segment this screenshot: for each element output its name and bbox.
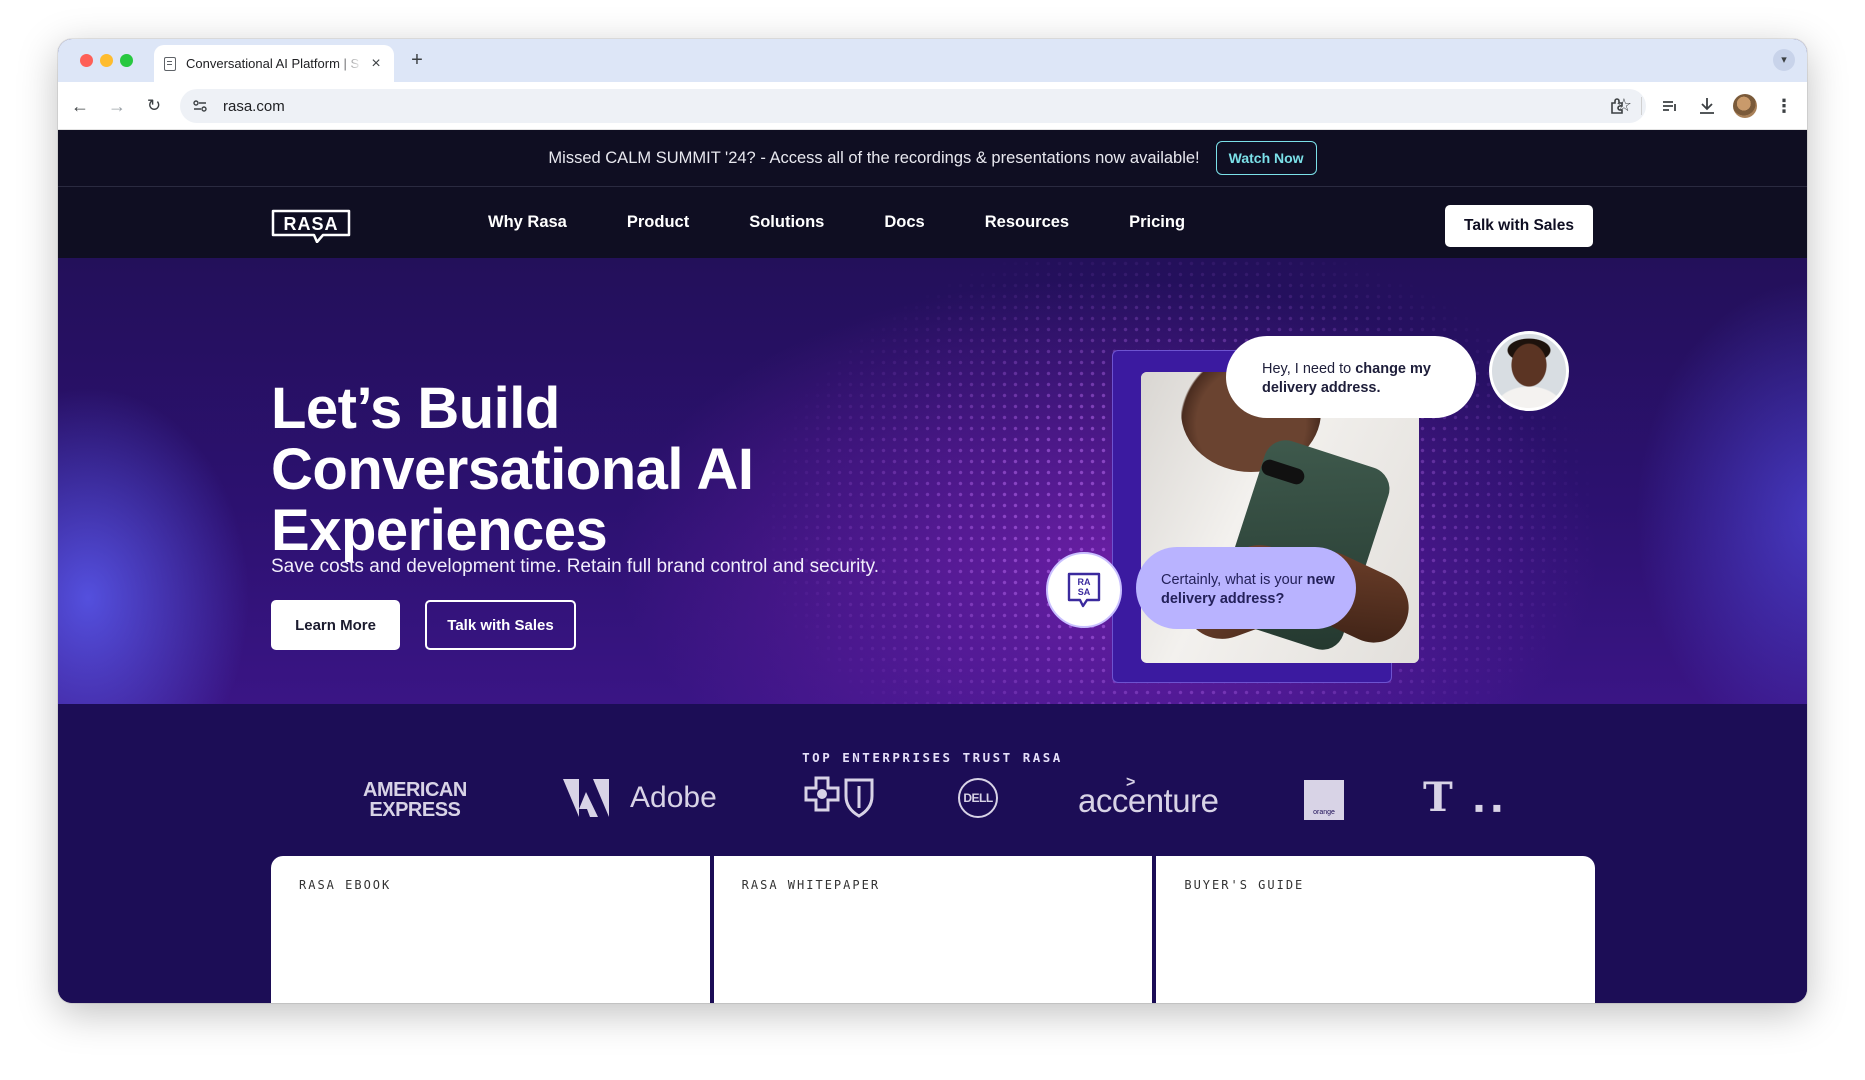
nav-product[interactable]: Product	[627, 213, 689, 232]
blue-cross-blue-shield-logo	[804, 776, 874, 818]
profile-avatar[interactable]	[1733, 94, 1757, 118]
amex-line: EXPRESS	[369, 799, 461, 821]
user-chat-bubble: Hey, I need to change my delivery addres…	[1226, 336, 1476, 418]
bot-chat-bubble: Certainly, what is your new delivery add…	[1136, 547, 1356, 629]
forward-arrow-icon[interactable]: →	[104, 93, 130, 119]
t-mobile-logo: T	[1423, 774, 1453, 821]
trusted-by-section: TOP ENTERPRISES TRUST RASA AMERICAN EXPR…	[58, 704, 1807, 1003]
hero-subtitle: Save costs and development time. Retain …	[271, 556, 879, 577]
resource-card-ebook[interactable]: RASA EBOOK	[271, 856, 710, 1003]
svg-text:SA: SA	[1078, 587, 1091, 597]
site-settings-icon[interactable]	[192, 98, 208, 114]
tab-search-chevron-icon[interactable]: ▾	[1773, 49, 1795, 71]
toolbar-divider	[1641, 97, 1642, 115]
rasa-bot-logo-icon: RA SA	[1067, 572, 1101, 608]
announcement-bar: Missed CALM SUMMIT '24? - Access all of …	[58, 130, 1807, 187]
orange-logo: orange	[1304, 780, 1344, 820]
hero-title-line: Let’s Build	[271, 376, 560, 441]
american-express-logo: AMERICAN EXPRESS	[363, 780, 467, 820]
page-favicon-icon	[164, 56, 176, 71]
back-arrow-icon[interactable]: ←	[67, 93, 93, 119]
site-header: RASA Why Rasa Product Solutions Docs Res…	[58, 187, 1807, 258]
dell-logo: DELL	[958, 778, 998, 818]
address-bar[interactable]: rasa.com ☆	[180, 89, 1646, 123]
new-tab-button[interactable]: +	[406, 49, 428, 71]
hero-title-line: Experiences	[271, 498, 608, 563]
hero-section: Let’s Build Conversational AI Experience…	[58, 258, 1807, 704]
nav-pricing[interactable]: Pricing	[1129, 213, 1185, 232]
minimize-window-button[interactable]	[100, 54, 113, 67]
accenture-logo: accenture	[1078, 782, 1219, 819]
amex-line: AMERICAN	[363, 779, 467, 801]
bot-message-text: Certainly, what is your	[1161, 572, 1307, 588]
adobe-logo-text: Adobe	[630, 781, 717, 814]
talk-with-sales-button[interactable]: Talk with Sales	[1445, 205, 1593, 247]
watch-now-button[interactable]: Watch Now	[1215, 141, 1317, 175]
nav-resources[interactable]: Resources	[985, 213, 1069, 232]
download-icon[interactable]	[1695, 94, 1719, 118]
reload-icon[interactable]: ↻	[141, 93, 167, 119]
browser-window: Conversational AI Platform | S × + ▾ ← →…	[58, 39, 1807, 1003]
learn-more-button[interactable]: Learn More	[271, 600, 400, 650]
main-navigation: Why Rasa Product Solutions Docs Resource…	[458, 187, 1215, 258]
hero-talk-with-sales-button[interactable]: Talk with Sales	[425, 600, 576, 650]
nav-docs[interactable]: Docs	[884, 213, 924, 232]
tab-bar: Conversational AI Platform | S × + ▾	[58, 39, 1807, 82]
nav-why-rasa[interactable]: Why Rasa	[488, 213, 567, 232]
close-window-button[interactable]	[80, 54, 93, 67]
resource-card-buyers-guide[interactable]: BUYER'S GUIDE	[1152, 856, 1596, 1003]
tab-close-icon[interactable]: ×	[368, 55, 384, 72]
maximize-window-button[interactable]	[120, 54, 133, 67]
resource-card-whitepaper[interactable]: RASA WHITEPAPER	[709, 856, 1153, 1003]
tab-title: Conversational AI Platform | S	[186, 56, 360, 71]
rasa-logo[interactable]: RASA	[271, 209, 351, 243]
browser-toolbar: ← → ↻ rasa.com ☆ ⋮	[58, 82, 1807, 130]
user-avatar	[1489, 331, 1569, 411]
resource-cards: RASA EBOOK RASA WHITEPAPER BUYER'S GUIDE	[271, 856, 1596, 1003]
announcement-text: Missed CALM SUMMIT '24? - Access all of …	[548, 148, 1200, 167]
trust-heading: TOP ENTERPRISES TRUST RASA	[802, 750, 1063, 765]
media-playlist-icon[interactable]	[1658, 94, 1682, 118]
more-menu-icon[interactable]: ⋮	[1772, 94, 1796, 118]
user-message-text: Hey, I need to	[1262, 361, 1356, 377]
svg-text:RA: RA	[1078, 577, 1091, 587]
extensions-puzzle-icon[interactable]	[1606, 94, 1630, 118]
hero-title: Let’s Build Conversational AI Experience…	[271, 378, 831, 561]
t-mobile-dots-icon: ▪▪	[1474, 792, 1510, 823]
logo-text: RASA	[283, 214, 338, 234]
nav-solutions[interactable]: Solutions	[749, 213, 824, 232]
url-text: rasa.com	[223, 98, 285, 115]
rasa-bot-icon: RA SA	[1046, 552, 1122, 628]
orange-logo-text: orange	[1313, 809, 1335, 816]
hero-title-line: Conversational AI	[271, 437, 754, 502]
browser-tab[interactable]: Conversational AI Platform | S ×	[154, 45, 394, 82]
adobe-mark-icon	[563, 779, 609, 817]
